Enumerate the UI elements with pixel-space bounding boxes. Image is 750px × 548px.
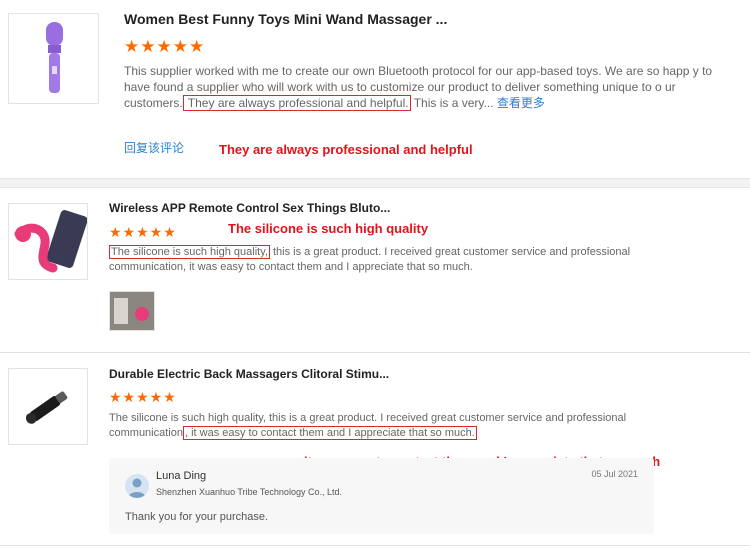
product-title[interactable]: Wireless APP Remote Control Sex Things B… (109, 201, 390, 215)
review-photo[interactable] (109, 291, 155, 331)
star-rating: ★★★★★ (109, 389, 177, 405)
annotation-label: They are always professional and helpful (219, 142, 473, 157)
product-thumbnail[interactable] (8, 13, 99, 104)
replier-name: Luna Ding (156, 470, 207, 482)
person-icon (128, 478, 146, 498)
section-divider (0, 352, 750, 353)
star-rating: ★★★★★ (109, 224, 177, 240)
review-highlight: The silicone is such high quality, (109, 245, 270, 259)
star-rating: ★★★★★ (124, 37, 206, 56)
product-title[interactable]: Durable Electric Back Massagers Clitoral… (109, 367, 389, 381)
annotation-label: The silicone is such high quality (228, 221, 429, 236)
review-photo-image (110, 292, 154, 330)
avatar (125, 474, 149, 498)
review-text-part: This is a very... (410, 96, 497, 110)
review-text: The silicone is such high quality, this … (109, 411, 639, 441)
reply-message: Thank you for your purchase. (125, 511, 269, 523)
reply-date: 05 Jul 2021 (591, 469, 638, 479)
remote-vibrator-image (14, 210, 88, 273)
review-text: This supplier worked with me to create o… (124, 63, 720, 111)
review-highlight: They are always professional and helpful… (182, 95, 411, 111)
section-divider (0, 178, 750, 188)
product-thumbnail[interactable] (8, 203, 88, 280)
product-thumbnail[interactable] (8, 368, 88, 445)
review-text: The silicone is such high quality, this … (109, 245, 639, 275)
supplier-reply-box: Luna Ding Shenzhen Xuanhuo Tribe Technol… (109, 458, 654, 534)
wand-massager-image (46, 22, 63, 93)
product-title[interactable]: Women Best Funny Toys Mini Wand Massager… (124, 11, 447, 27)
see-more-link[interactable]: 查看更多 (497, 96, 545, 110)
reply-comment-link[interactable]: 回复该评论 (124, 139, 184, 156)
section-divider (0, 545, 750, 546)
review-highlight: , it was easy to contact them and I appr… (182, 426, 477, 440)
back-massager-image (25, 391, 68, 424)
replier-company: Shenzhen Xuanhuo Tribe Technology Co., L… (156, 487, 342, 497)
